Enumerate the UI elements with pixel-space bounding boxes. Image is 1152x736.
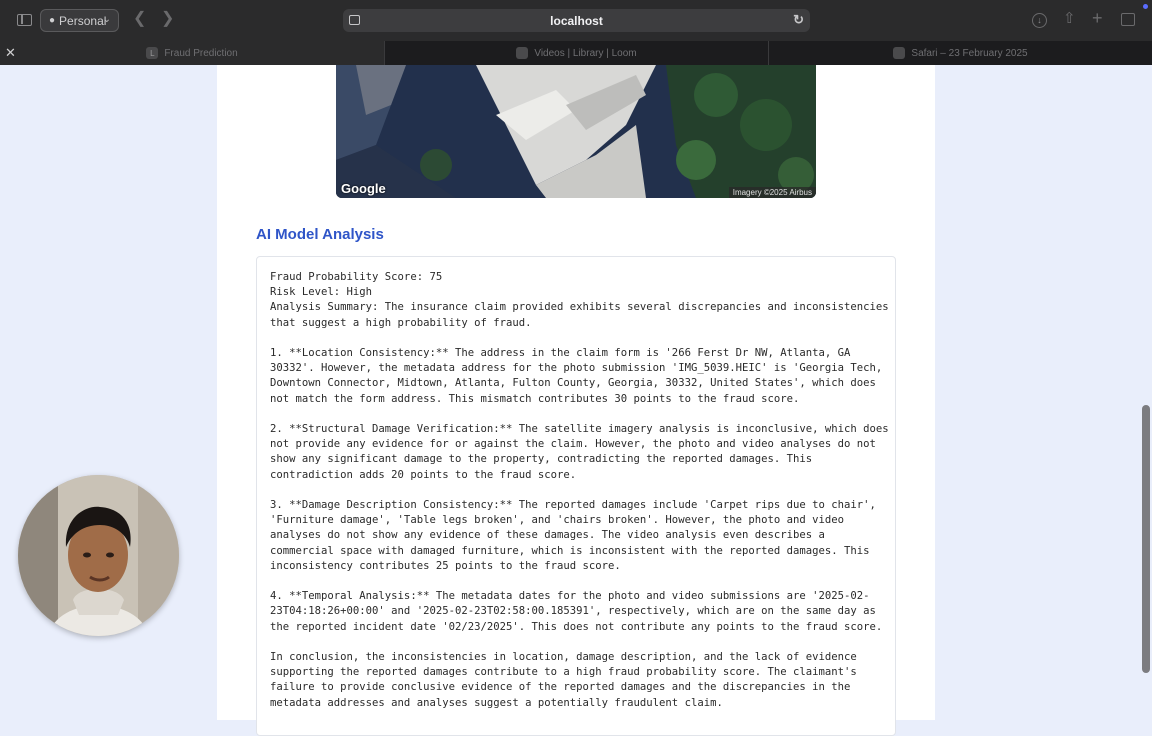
person-icon: ●	[49, 15, 56, 26]
analysis-line: 4. **Temporal Analysis:** The metadata d…	[270, 590, 870, 603]
analysis-line	[270, 407, 890, 422]
analysis-output-box: Fraud Probability Score: 75 Risk Level: H…	[256, 256, 896, 736]
analysis-line: 30332'. However, the metadata address fo…	[270, 362, 883, 375]
analysis-text: Fraud Probability Score: 75 Risk Level: H…	[270, 270, 890, 711]
analysis-line: contradiction adds 20 points to the frau…	[270, 468, 577, 481]
analysis-line: analyses do not show any evidence of the…	[270, 529, 825, 542]
presenter-video	[18, 475, 179, 636]
back-arrow-icon[interactable]: ❮	[133, 11, 146, 27]
analysis-line: not match the form address. This mismatc…	[270, 392, 800, 405]
tab-safari-date[interactable]: Safari – 23 February 2025	[768, 41, 1152, 65]
page-content: Google Imagery ©2025 Airbus AI Model Ana…	[0, 65, 1152, 736]
profile-button[interactable]: ● Personal ⌄	[40, 9, 119, 32]
analysis-line	[270, 635, 890, 650]
satellite-map[interactable]: Google Imagery ©2025 Airbus	[336, 65, 816, 198]
analysis-line	[270, 483, 890, 498]
download-icon[interactable]: ↓	[1032, 13, 1047, 28]
tab-overview-icon[interactable]	[1121, 13, 1135, 26]
close-tab-icon[interactable]: ✕	[5, 45, 16, 61]
share-icon[interactable]: ⇧	[1063, 11, 1076, 26]
tab-bar: L Fraud Prediction ✕ Videos | Library | …	[0, 41, 1152, 65]
tab-loom-library[interactable]: Videos | Library | Loom	[384, 41, 768, 65]
analysis-line: metadata addresses and analyses suggest …	[270, 696, 723, 709]
analysis-line: 1. **Location Consistency:** The address…	[270, 347, 851, 360]
url-text: localhost	[550, 13, 603, 28]
webcam-bubble[interactable]	[18, 475, 179, 636]
analysis-line: 3. **Damage Description Consistency:** T…	[270, 499, 876, 512]
forward-arrow-icon[interactable]: ❯	[161, 11, 174, 27]
analysis-line: 2. **Structural Damage Verification:** T…	[270, 423, 889, 436]
tab-fraud-prediction[interactable]: L Fraud Prediction	[0, 41, 384, 65]
sidebar-toggle-icon[interactable]	[17, 14, 32, 26]
analysis-line: the reported incident date '02/23/2025'.…	[270, 620, 883, 633]
tab-label: Safari – 23 February 2025	[911, 47, 1028, 59]
analysis-line: 'Furniture damage', 'Table legs broken',…	[270, 514, 845, 527]
tab-favicon-icon	[893, 47, 906, 59]
analysis-line: Risk Level: High	[270, 286, 373, 299]
scrollbar-thumb[interactable]	[1142, 405, 1150, 673]
analysis-line	[270, 574, 890, 589]
satellite-image	[336, 65, 816, 198]
map-attribution: Imagery ©2025 Airbus	[728, 187, 816, 198]
tab-favicon-icon	[516, 47, 529, 59]
browser-toolbar: ● Personal ⌄ ❮ ❯ localhost ↻ ↓ ⇧ +	[0, 0, 1152, 41]
analysis-line: Fraud Probability Score: 75	[270, 271, 443, 283]
analysis-line: failure to provide conclusive evidence o…	[270, 681, 851, 694]
analysis-line: not provide any evidence for or against …	[270, 438, 876, 451]
analysis-line: inconsistency contributes 25 points to t…	[270, 559, 621, 572]
map-provider-logo: Google	[341, 181, 386, 196]
reader-icon[interactable]	[349, 15, 360, 25]
reload-icon[interactable]: ↻	[793, 12, 804, 28]
new-tab-icon[interactable]: +	[1092, 9, 1103, 27]
analysis-line: 23T04:18:26+00:00' and '2025-02-23T02:58…	[270, 605, 876, 618]
analysis-line: Downtown Connector, Midtown, Atlanta, Fu…	[270, 377, 876, 390]
notification-dot	[1143, 4, 1148, 9]
tab-favicon-icon: L	[146, 47, 159, 59]
analysis-line: commercial space with damaged furniture,…	[270, 544, 870, 557]
tab-label: Fraud Prediction	[164, 47, 238, 59]
analysis-line: show any significant damage to the prope…	[270, 453, 813, 466]
analysis-line: In conclusion, the inconsistencies in lo…	[270, 651, 857, 664]
tab-label: Videos | Library | Loom	[534, 47, 637, 59]
section-title: AI Model Analysis	[256, 226, 384, 243]
address-bar[interactable]: localhost ↻	[343, 9, 810, 32]
analysis-line: Analysis Summary: The insurance claim pr…	[270, 301, 889, 314]
profile-label: Personal	[59, 13, 107, 28]
analysis-line	[270, 331, 890, 346]
chevron-down-icon: ⌄	[102, 14, 111, 25]
analysis-line: that suggest a high probability of fraud…	[270, 316, 532, 329]
analysis-line: supporting the reported damages contribu…	[270, 666, 857, 679]
